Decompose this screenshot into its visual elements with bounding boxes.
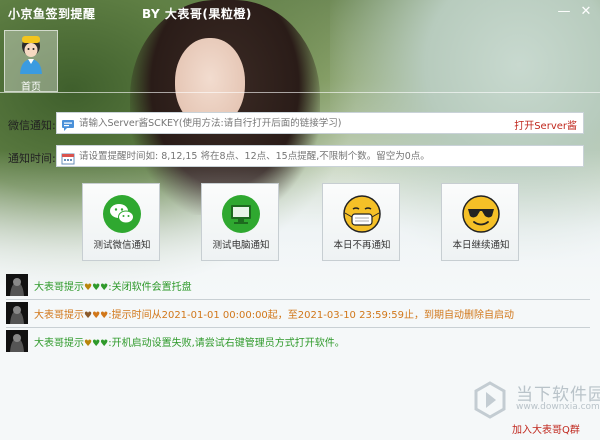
tab-home[interactable]: 首页 xyxy=(4,30,58,93)
stop-today-label: 本日不再通知 xyxy=(333,240,391,251)
calendar-icon xyxy=(61,150,75,169)
sckey-field: 打开Server酱 xyxy=(56,112,584,134)
sunglasses-emoji-icon xyxy=(461,194,501,238)
app-window: 小京鱼签到提醒 BY 大表哥(果粒橙) — ✕ 首页 微信通知: 请输入Serv… xyxy=(0,0,600,440)
author-title: BY 大表哥(果粒橙) xyxy=(142,7,252,21)
computer-icon xyxy=(221,194,261,238)
app-title: 小京鱼签到提醒 xyxy=(8,7,96,21)
log-avatar xyxy=(6,302,28,324)
close-button[interactable]: ✕ xyxy=(578,4,594,20)
hearts-icon: ♥♥♥ xyxy=(84,339,109,349)
time-input[interactable] xyxy=(79,148,579,164)
avatar-icon xyxy=(18,34,44,78)
log-divider xyxy=(6,299,590,300)
hearts-icon: ♥♥♥ xyxy=(84,283,109,293)
brand-url: www.downxia.com xyxy=(516,402,600,412)
chat-bubble-icon xyxy=(61,117,75,136)
open-server-link[interactable]: 打开Server酱 xyxy=(514,117,577,132)
log-item: 大表哥提示♥♥♥:关闭软件会置托盘 xyxy=(6,274,590,298)
log-text: 大表哥提示♥♥♥:关闭软件会置托盘 xyxy=(34,282,192,293)
minimize-button[interactable]: — xyxy=(556,4,572,20)
log-divider xyxy=(6,327,590,328)
log-avatar xyxy=(6,274,28,296)
test-computer-label: 测试电脑通知 xyxy=(212,240,270,251)
wechat-label: 微信通知: xyxy=(8,119,56,132)
log-text: 大表哥提示♥♥♥:提示时间从2021-01-01 00:00:00起，至2021… xyxy=(34,310,515,321)
hearts-icon: ♥♥♥ xyxy=(84,311,109,321)
sckey-input[interactable] xyxy=(79,115,509,131)
brand-logo-icon xyxy=(470,380,510,424)
tab-home-label: 首页 xyxy=(21,82,41,93)
title-bar: 小京鱼签到提醒 BY 大表哥(果粒橙) — ✕ xyxy=(0,0,600,26)
time-label: 通知时间: xyxy=(8,152,56,165)
log-item: 大表哥提示♥♥♥:开机启动设置失败,请尝试右键管理员方式打开软件。 xyxy=(6,330,590,354)
join-qq-group-link[interactable]: 加入大表哥Q群 xyxy=(512,421,580,436)
continue-today-label: 本日继续通知 xyxy=(452,240,510,251)
test-computer-button[interactable]: 测试电脑通知 xyxy=(201,183,279,261)
log-avatar xyxy=(6,330,28,352)
test-wechat-button[interactable]: 测试微信通知 xyxy=(82,183,160,261)
time-field xyxy=(56,145,584,167)
log-item: 大表哥提示♥♥♥:提示时间从2021-01-01 00:00:00起，至2021… xyxy=(6,302,590,326)
test-wechat-label: 测试微信通知 xyxy=(93,240,151,251)
stop-today-button[interactable]: 本日不再通知 xyxy=(322,183,400,261)
tab-divider xyxy=(0,92,600,93)
mask-emoji-icon xyxy=(342,194,382,238)
wechat-icon xyxy=(102,194,142,238)
log-text: 大表哥提示♥♥♥:开机启动设置失败,请尝试右键管理员方式打开软件。 xyxy=(34,338,345,349)
continue-today-button[interactable]: 本日继续通知 xyxy=(441,183,519,261)
